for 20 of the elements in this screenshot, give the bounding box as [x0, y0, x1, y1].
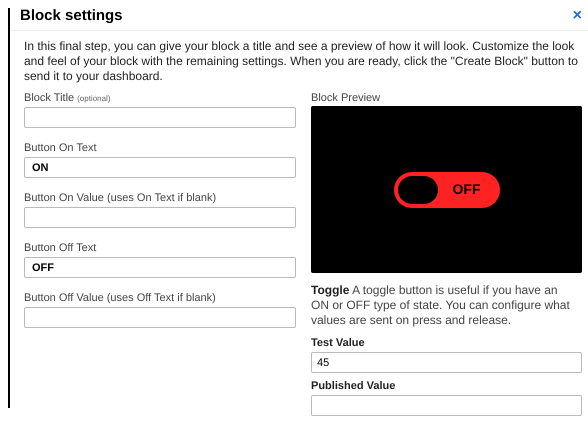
input-field[interactable] [24, 207, 296, 228]
intro-paragraph: In this final step, you can give your block a title and see a preview of how it will look. Customize the look and feel of your block with the remaining settings. When you are ready, click the "Create Block" button to send it to your dashboard. [23, 39, 579, 84]
close-button[interactable]: × [572, 8, 582, 24]
field-label: Block Title (optional) [24, 91, 112, 105]
field-label: Button Off Text [24, 241, 98, 255]
field-label: Test Value [311, 336, 366, 350]
input-field[interactable] [311, 395, 582, 416]
dialog-title: Block settings [20, 6, 123, 26]
preview-label: Block Preview [311, 91, 382, 105]
toggle-switch[interactable]: OFF [394, 172, 500, 208]
input-field[interactable] [24, 107, 296, 128]
field-label: Button On Text [24, 141, 98, 155]
toggle-description: Toggle A toggle button is useful if you have an ON or OFF type of state. You can configure what values are sent on press and release. [311, 283, 571, 328]
field-label: Button Off Value (uses Off Text if blank) [24, 291, 217, 305]
input-field[interactable] [24, 307, 296, 328]
input-field[interactable]: 45 [311, 352, 582, 373]
input-field[interactable]: OFF [24, 257, 296, 278]
field-label: Published Value [311, 379, 396, 393]
field-label: Button On Value (uses On Text if blank) [24, 191, 218, 205]
input-field[interactable]: ON [24, 157, 296, 178]
